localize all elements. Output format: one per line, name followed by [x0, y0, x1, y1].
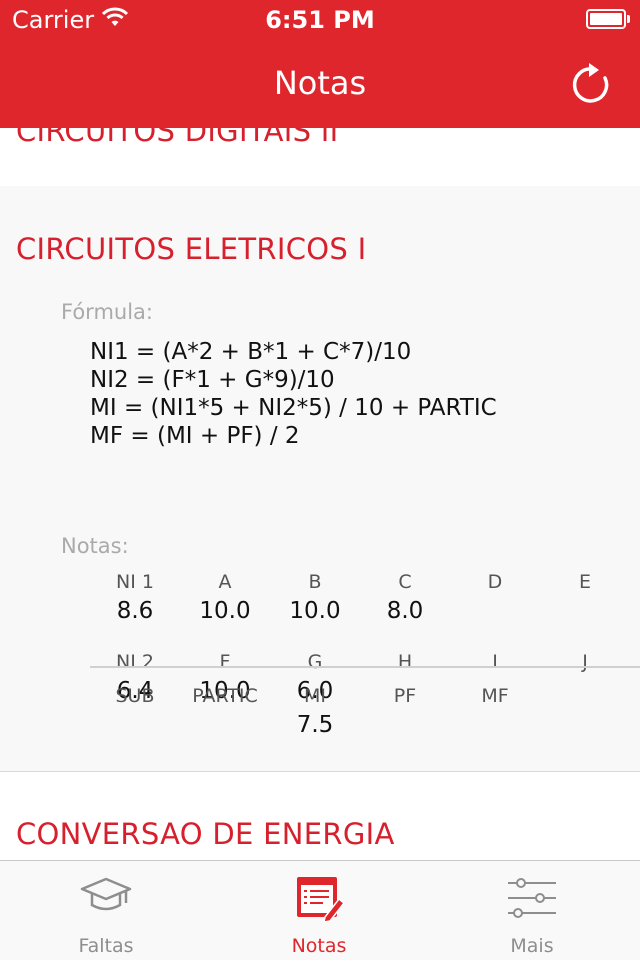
grade-cell-mi: MI 7.5 [270, 686, 360, 738]
sliders-icon [508, 878, 556, 918]
grade-value: 10.0 [199, 598, 251, 624]
tab-label: Faltas [78, 935, 134, 957]
grade-header: F [219, 651, 231, 673]
grade-header: G [307, 651, 323, 673]
graduation-cap-icon [80, 877, 132, 911]
divider [90, 666, 640, 668]
tab-bar: Faltas Notas Mais [0, 860, 640, 960]
course-item-conversao-energia[interactable]: CONVERSAO DE ENERGIA [0, 772, 640, 860]
grade-header: MF [481, 685, 509, 707]
grade-cell-j: J [540, 652, 630, 704]
formula-line: MI = (NI1*5 + NI2*5) / 10 + PARTIC [90, 395, 497, 421]
grade-header: NI 2 [116, 651, 154, 673]
grade-value: 10.0 [289, 598, 341, 624]
status-bar: Carrier 6:51 PM [0, 0, 640, 40]
formula-block: NI1 = (A*2 + B*1 + C*7)/10 NI2 = (F*1 + … [90, 338, 497, 450]
page-title: Notas [273, 64, 367, 102]
navigation-header: Carrier 6:51 PM Notas [0, 0, 640, 128]
grade-value [90, 712, 180, 738]
grade-cell-sub: SUB [90, 686, 180, 738]
course-title: CIRCUITOS DIGITAIS II [16, 128, 339, 148]
grade-value: 7.5 [296, 712, 334, 738]
grade-cell-a: A 10.0 [180, 572, 270, 624]
course-title: CONVERSAO DE ENERGIA [16, 817, 395, 851]
grade-value: 8.0 [386, 598, 424, 624]
grade-header: A [218, 571, 232, 593]
grade-value [450, 712, 540, 738]
status-time: 6:51 PM [265, 6, 375, 34]
notes-icon [297, 877, 346, 923]
refresh-icon[interactable] [568, 60, 612, 108]
grade-cell-b: B 10.0 [270, 572, 360, 624]
grade-cell-c: C 8.0 [360, 572, 450, 624]
battery-icon [586, 9, 630, 31]
grades-list[interactable]: CIRCUITOS DIGITAIS II CIRCUITOS ELETRICO… [0, 128, 640, 860]
grade-cell-d: D [450, 572, 540, 624]
formula-label: Fórmula: [61, 300, 153, 324]
grade-header: PF [393, 685, 417, 707]
course-title: CIRCUITOS ELETRICOS I [16, 232, 367, 266]
grade-header: MI [304, 685, 326, 707]
grade-header: H [397, 651, 413, 673]
formula-line: MF = (MI + PF) / 2 [90, 423, 300, 449]
grade-value [180, 712, 270, 738]
grade-cell-ni1: NI 1 8.6 [90, 572, 180, 624]
tab-mais[interactable]: Mais [452, 861, 612, 961]
tab-notas[interactable]: Notas [239, 861, 399, 961]
grade-cell-mf: MF [450, 686, 540, 738]
grade-header: PARTIC [192, 685, 258, 707]
grade-value [360, 712, 450, 738]
formula-line: NI1 = (A*2 + B*1 + C*7)/10 [90, 339, 412, 365]
grade-header: J [582, 651, 588, 673]
grade-header: SUB [115, 685, 155, 707]
tab-label: Notas [291, 935, 347, 957]
grade-header: C [398, 571, 412, 593]
grade-cell-pf: PF [360, 686, 450, 738]
grade-header: D [487, 571, 503, 593]
grade-cell-partic: PARTIC [180, 686, 270, 738]
grade-cell-e: E [540, 572, 630, 624]
grade-value [540, 678, 630, 704]
tab-label: Mais [510, 935, 554, 957]
tab-faltas[interactable]: Faltas [26, 861, 186, 961]
grade-header: B [308, 571, 322, 593]
grade-value [540, 598, 630, 624]
grade-header: NI 1 [116, 571, 154, 593]
course-item-circuitos-eletricos[interactable]: CIRCUITOS ELETRICOS I Fórmula: NI1 = (A*… [0, 186, 640, 772]
course-item-circuitos-digitais[interactable]: CIRCUITOS DIGITAIS II [0, 128, 640, 186]
grade-value: 8.6 [116, 598, 154, 624]
grade-header: E [578, 571, 591, 593]
grade-header: I [492, 651, 498, 673]
grades-label: Notas: [61, 534, 129, 558]
formula-line: NI2 = (F*1 + G*9)/10 [90, 367, 335, 393]
grade-value [450, 598, 540, 624]
